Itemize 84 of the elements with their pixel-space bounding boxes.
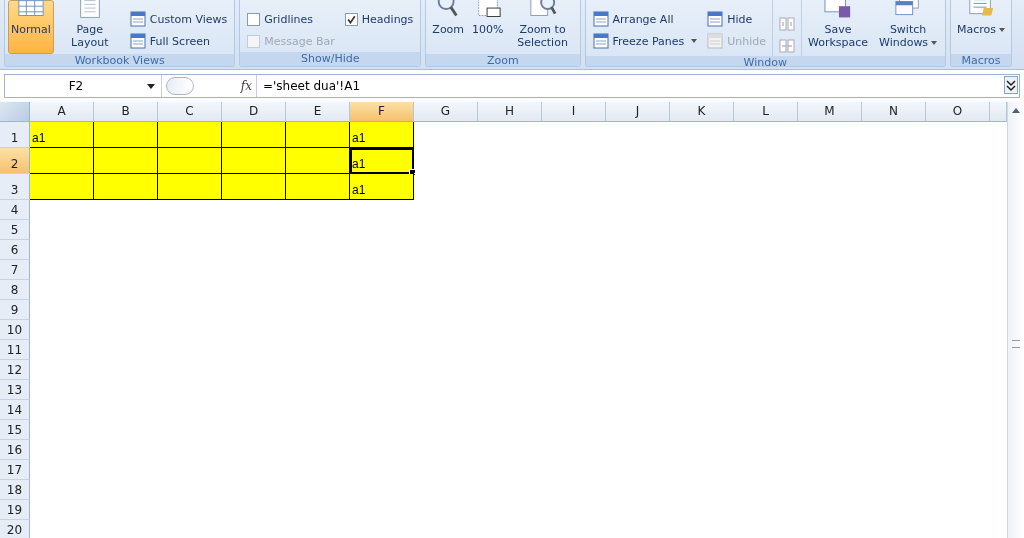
column-header[interactable]: I [542, 102, 606, 122]
table-cell[interactable] [222, 122, 286, 148]
ribbon-button[interactable]: Page Layout [55, 0, 124, 54]
checkbox[interactable]: Headings [340, 8, 418, 30]
row-header[interactable]: 10 [0, 320, 30, 340]
column-header[interactable]: G [414, 102, 478, 122]
ribbon-button[interactable]: Custom Views [125, 8, 232, 30]
row-header[interactable]: 9 [0, 300, 30, 320]
table-cell[interactable]: a1 [350, 174, 414, 200]
ribbon-button[interactable]: Full Screen [125, 30, 232, 52]
ribbon-button[interactable]: 100% [469, 0, 507, 54]
header-filler [990, 102, 1007, 122]
window-icon [592, 11, 609, 27]
table-cell[interactable]: a1 [350, 148, 414, 174]
window-icon [592, 33, 609, 49]
column-header[interactable]: B [94, 102, 158, 122]
table-cell[interactable] [94, 122, 158, 148]
row-header[interactable]: 6 [0, 240, 30, 260]
row-header[interactable]: 20 [0, 520, 30, 538]
table-cell[interactable] [222, 174, 286, 200]
ribbon-button[interactable]: Arrange All [588, 8, 702, 30]
table-cell[interactable] [94, 174, 158, 200]
row-header[interactable]: 14 [0, 400, 30, 420]
ribbon-button[interactable]: Switch Windows [874, 0, 943, 54]
window-icon [707, 33, 724, 49]
column-header[interactable]: K [670, 102, 734, 122]
table-cell[interactable]: a1 [350, 122, 414, 148]
column-header[interactable]: F [350, 102, 414, 122]
row-header[interactable]: 4 [0, 200, 30, 220]
row-header[interactable]: 5 [0, 220, 30, 240]
row-header[interactable]: 15 [0, 420, 30, 440]
row-header[interactable]: 8 [0, 280, 30, 300]
window-icon [129, 11, 146, 27]
group-label: Macros [951, 54, 1012, 66]
table-cell[interactable] [286, 174, 350, 200]
column-header[interactable]: L [734, 102, 798, 122]
table-cell[interactable] [286, 122, 350, 148]
row-header[interactable]: 7 [0, 260, 30, 280]
table-cell[interactable] [158, 174, 222, 200]
row-header[interactable]: 11 [0, 340, 30, 360]
window-icon [707, 11, 724, 27]
vertical-scrollbar[interactable] [1007, 102, 1024, 538]
column-header[interactable]: H [478, 102, 542, 122]
group-label: Zoom [426, 54, 580, 66]
ribbon-button[interactable]: Save Workspace [804, 0, 873, 54]
table-cell[interactable] [286, 148, 350, 174]
column-header[interactable]: E [286, 102, 350, 122]
ribbon-button[interactable]: Hide [703, 8, 771, 30]
column-header[interactable]: M [798, 102, 862, 122]
table-cell[interactable] [30, 174, 94, 200]
window-merge-icon [779, 38, 796, 54]
row-header[interactable]: 3 [0, 174, 30, 200]
group-label: Workbook Views [5, 54, 235, 66]
group-label: Show/Hide [240, 52, 421, 66]
row-header[interactable]: 18 [0, 480, 30, 500]
row-header[interactable]: 19 [0, 500, 30, 520]
column-header[interactable]: J [606, 102, 670, 122]
row-header[interactable]: 12 [0, 360, 30, 380]
row-header[interactable]: 13 [0, 380, 30, 400]
ribbon-button[interactable]: Zoom [429, 0, 468, 54]
column-header[interactable]: O [926, 102, 990, 122]
table-cell[interactable]: a1 [30, 122, 94, 148]
checkmark-icon [345, 13, 357, 25]
row-header[interactable]: 2 [0, 148, 30, 174]
row-header[interactable]: 1 [0, 122, 30, 148]
column-header[interactable]: D [222, 102, 286, 122]
column-header[interactable]: C [158, 102, 222, 122]
table-cell[interactable] [158, 148, 222, 174]
window-icon [129, 33, 146, 49]
ribbon-button[interactable]: Freeze Panes [588, 30, 702, 52]
table-cell[interactable] [94, 148, 158, 174]
ribbon-button[interactable]: Normal [8, 0, 54, 54]
ribbon-button[interactable]: Macros [954, 0, 1009, 54]
column-header[interactable]: A [30, 102, 94, 122]
window-arrange-icon [779, 16, 796, 32]
table-cell[interactable] [222, 148, 286, 174]
row-header[interactable]: 16 [0, 440, 30, 460]
row-header[interactable]: 17 [0, 460, 30, 480]
table-cell[interactable] [30, 148, 94, 174]
column-header[interactable]: N [862, 102, 926, 122]
ribbon-button[interactable]: Zoom to Selection [508, 0, 577, 54]
group-label: Window [585, 56, 946, 66]
checkbox[interactable]: Gridlines [243, 8, 339, 30]
table-cell[interactable] [158, 122, 222, 148]
